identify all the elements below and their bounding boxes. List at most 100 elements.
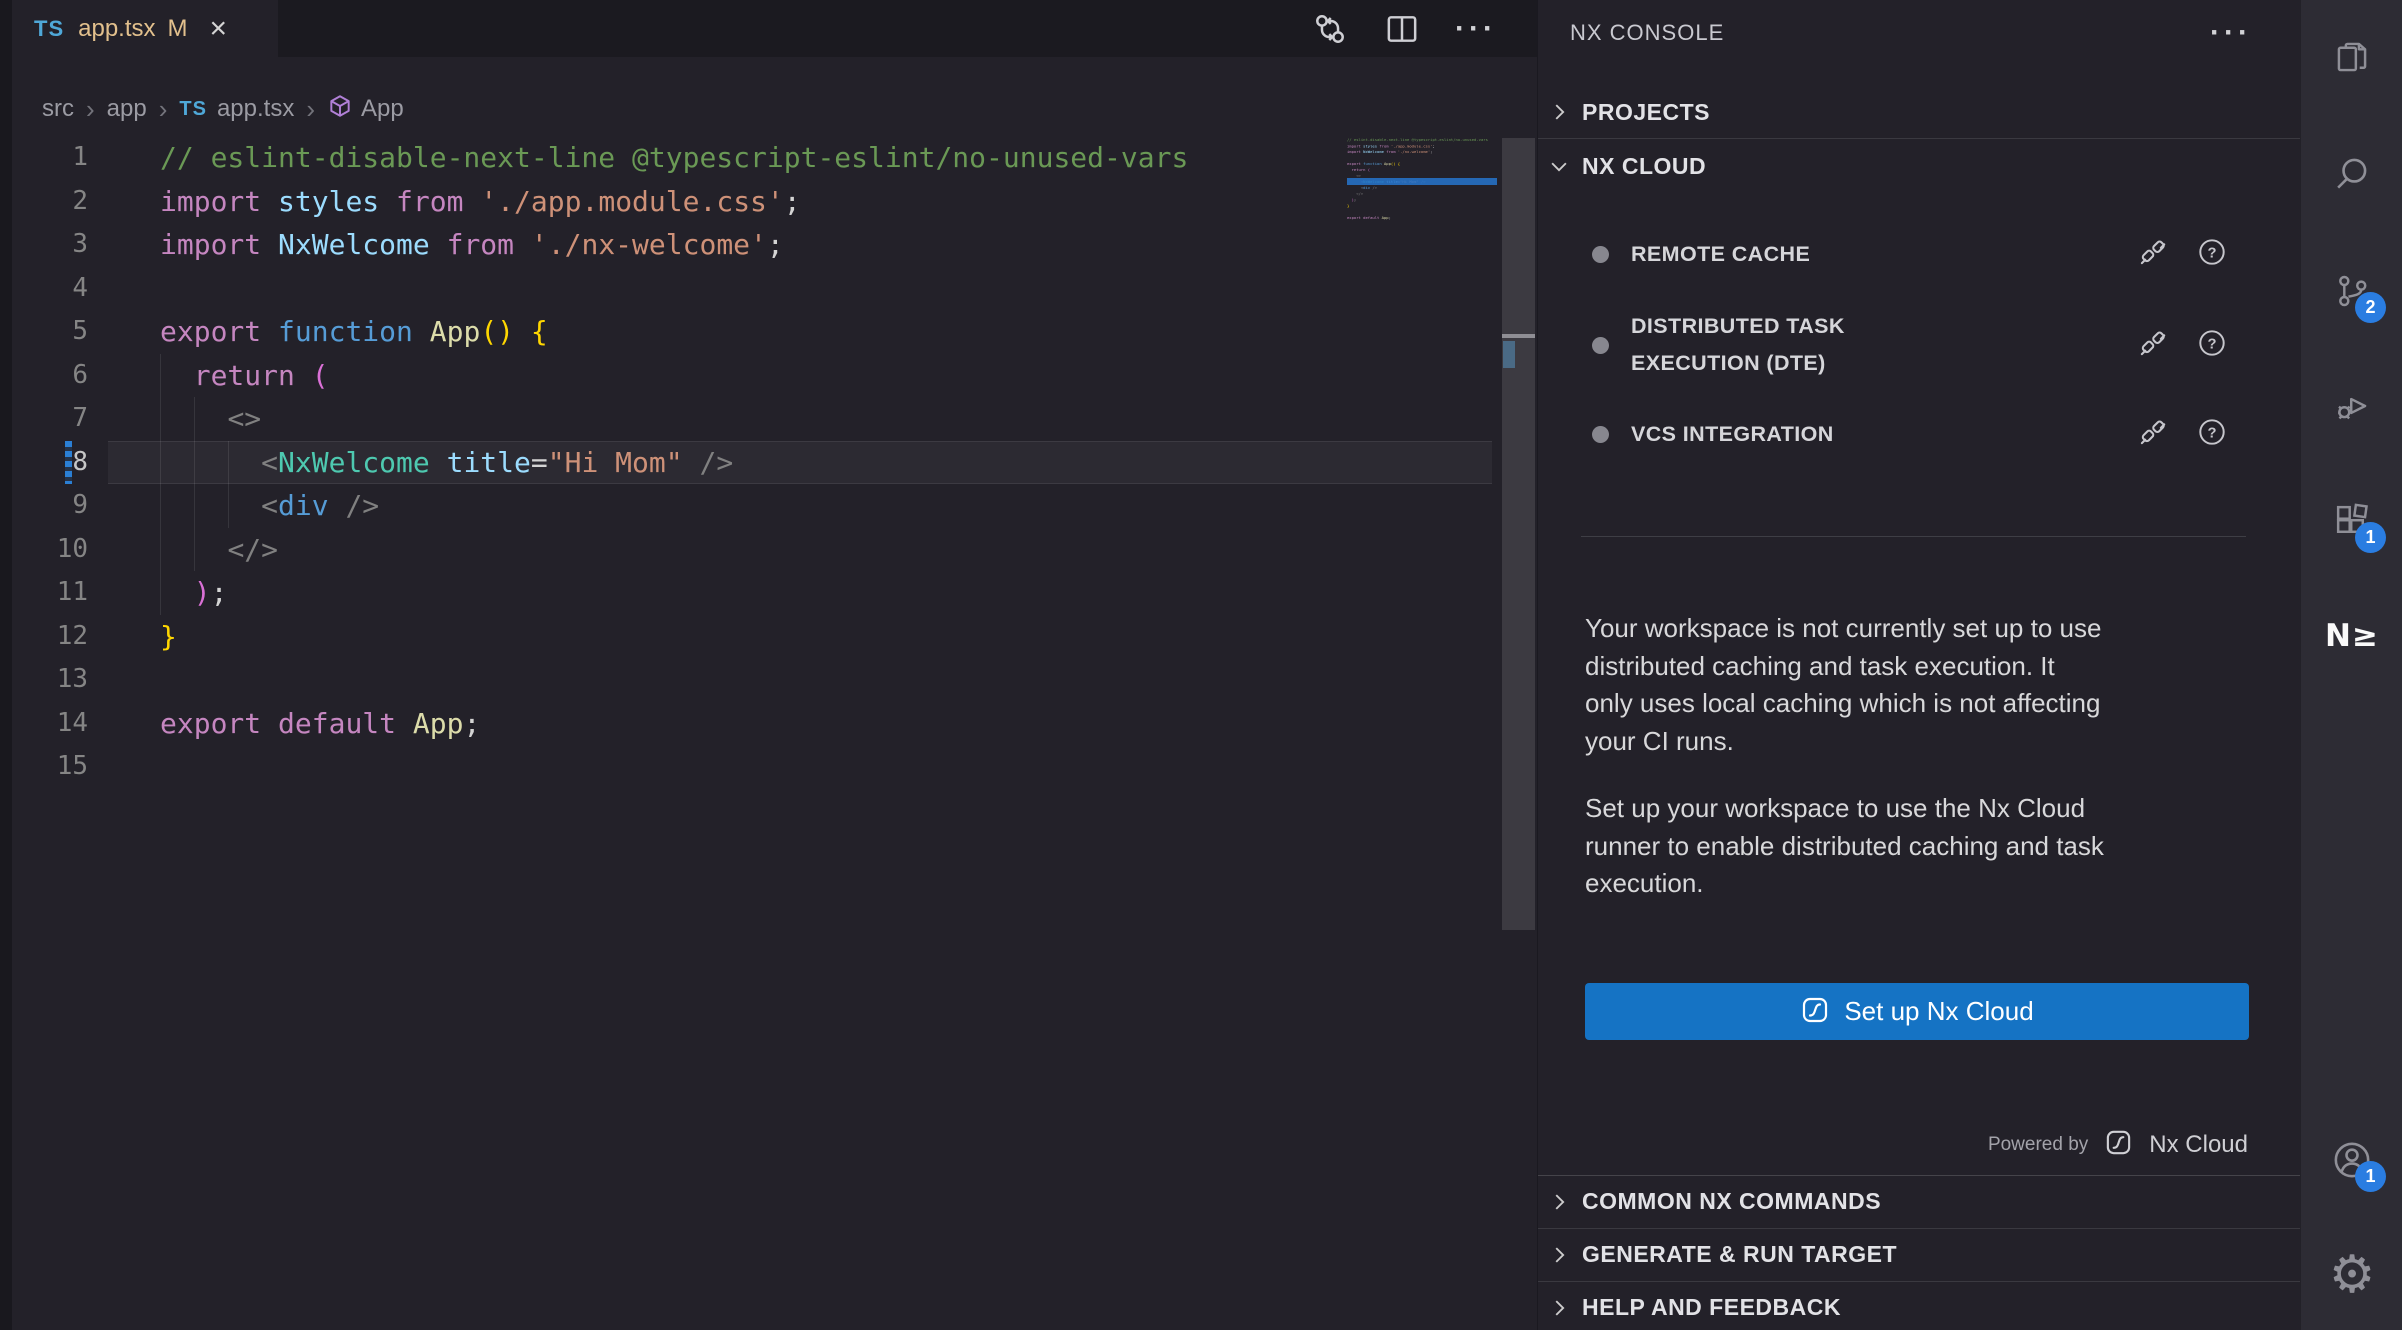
code-line[interactable]: );	[160, 571, 227, 615]
overview-ruler-modified-marker	[1503, 341, 1515, 368]
code-line[interactable]: import NxWelcome from './nx-welcome';	[160, 223, 784, 267]
setup-button-label: Set up Nx Cloud	[1844, 996, 2033, 1027]
run-debug-icon[interactable]	[2328, 382, 2376, 430]
line-number: 14	[12, 702, 102, 746]
indent-guide	[228, 441, 229, 528]
tab-app-tsx[interactable]: TS app.tsx M ×	[12, 0, 278, 57]
editor-group: TS app.tsx M ×	[12, 0, 1537, 1330]
activity-bar: 2 1 N≥	[2300, 0, 2402, 1330]
chevron-right-icon	[1548, 1191, 1570, 1213]
line-number: 8	[12, 441, 102, 485]
indent-guide	[160, 354, 161, 615]
typescript-file-icon: TS	[34, 16, 64, 42]
section-help-and-feedback[interactable]: HELP AND FEEDBACK	[1538, 1282, 2300, 1330]
gear-glyph: ⚙	[2329, 1249, 2376, 1301]
minimap[interactable]: // eslint-disable-next-line @typescript-…	[1347, 137, 1497, 233]
section-label: COMMON NX COMMANDS	[1582, 1188, 1881, 1215]
section-divider	[1538, 138, 2300, 139]
connect-icon[interactable]	[2136, 326, 2170, 365]
settings-gear-icon[interactable]: ⚙	[2328, 1251, 2376, 1299]
section-label: PROJECTS	[1582, 99, 1710, 126]
nx-cloud-logo-icon	[2104, 1128, 2133, 1162]
status-dot-icon	[1592, 337, 1609, 354]
panel-title: NX CONSOLE	[1570, 20, 1724, 46]
section-label: HELP AND FEEDBACK	[1582, 1294, 1841, 1321]
connect-icon[interactable]	[2136, 235, 2170, 274]
line-number: 9	[12, 484, 102, 528]
more-actions-icon[interactable]: ···	[1455, 14, 1497, 44]
code-line[interactable]: <>	[160, 397, 261, 441]
nx-cloud-logo-icon	[1800, 995, 1830, 1028]
line-number: 13	[12, 658, 102, 702]
status-dot-icon	[1592, 426, 1609, 443]
line-number: 1	[12, 136, 102, 180]
line-number: 15	[12, 745, 102, 789]
content-divider	[1581, 536, 2246, 537]
feature-dte: DISTRIBUTED TASK EXECUTION (DTE) ?	[1538, 298, 2300, 392]
help-icon[interactable]: ?	[2196, 416, 2228, 453]
powered-by: Powered by Nx Cloud	[1988, 1122, 2248, 1168]
workspace-status-text: Your workspace is not currently set up t…	[1585, 610, 2275, 760]
svg-text:?: ?	[2207, 336, 2216, 352]
line-number: 6	[12, 354, 102, 398]
source-control-icon[interactable]: 2	[2328, 267, 2376, 315]
line-number: 11	[12, 571, 102, 615]
help-icon[interactable]: ?	[2196, 327, 2228, 364]
setup-nx-cloud-button[interactable]: Set up Nx Cloud	[1585, 983, 2249, 1040]
explorer-icon[interactable]	[2328, 33, 2376, 81]
extensions-badge: 1	[2355, 522, 2386, 553]
code-line[interactable]: export function App() {	[160, 310, 548, 354]
breadcrumb-src[interactable]: src	[42, 95, 74, 123]
search-icon[interactable]	[2328, 149, 2376, 197]
breadcrumb-separator: ›	[306, 94, 315, 125]
section-label: GENERATE & RUN TARGET	[1582, 1241, 1897, 1268]
section-nx-cloud[interactable]: NX CLOUD	[1538, 141, 2300, 191]
code-line[interactable]: </>	[160, 528, 278, 572]
section-projects[interactable]: PROJECTS	[1538, 88, 2300, 136]
panel-header: NX CONSOLE ···	[1538, 0, 2300, 66]
line-number: 12	[12, 615, 102, 659]
help-icon[interactable]: ?	[2196, 236, 2228, 273]
editor-tab-bar: TS app.tsx M ×	[12, 0, 1537, 57]
editor-toolbar: ···	[1311, 0, 1497, 57]
typescript-file-icon: TS	[179, 98, 207, 121]
line-number: 3	[12, 223, 102, 267]
svg-text:?: ?	[2207, 245, 2216, 261]
tab-close-icon[interactable]: ×	[210, 14, 228, 44]
split-editor-icon[interactable]	[1383, 10, 1421, 48]
breadcrumb-app[interactable]: app	[107, 95, 147, 123]
code-line[interactable]: return (	[160, 354, 329, 398]
powered-by-brand: Nx Cloud	[2149, 1131, 2248, 1159]
window-left-edge	[0, 0, 12, 1330]
code-line[interactable]: <div />	[160, 484, 379, 528]
line-number: 5	[12, 310, 102, 354]
open-changes-icon[interactable]	[1311, 10, 1349, 48]
nx-console-icon[interactable]: N≥	[2328, 612, 2376, 660]
indent-guide	[194, 397, 195, 571]
setup-hint-text: Set up your workspace to use the Nx Clou…	[1585, 790, 2275, 903]
chevron-right-icon	[1548, 1297, 1570, 1319]
section-common-nx-commands[interactable]: COMMON NX COMMANDS	[1538, 1176, 2300, 1227]
feature-label: VCS INTEGRATION	[1631, 416, 1834, 453]
connect-icon[interactable]	[2136, 415, 2170, 454]
line-number: 4	[12, 267, 102, 311]
line-number: 7	[12, 397, 102, 441]
breadcrumb-symbol[interactable]: App	[361, 95, 404, 123]
nx-console-panel: NX CONSOLE ··· PROJECTS NX CLOUD REMOTE …	[1537, 0, 2300, 1330]
code-line[interactable]: import styles from './app.module.css';	[160, 180, 801, 224]
section-generate-run-target[interactable]: GENERATE & RUN TARGET	[1538, 1229, 2300, 1280]
breadcrumb-file[interactable]: app.tsx	[217, 95, 294, 123]
feature-remote-cache: REMOTE CACHE ?	[1538, 228, 2300, 280]
code-line[interactable]: export default App;	[160, 702, 480, 746]
accounts-icon[interactable]: 1	[2328, 1136, 2376, 1184]
tab-title: app.tsx	[78, 15, 155, 43]
editor-scrollbar[interactable]	[1502, 138, 1535, 930]
chevron-right-icon	[1548, 1244, 1570, 1266]
panel-more-actions-icon[interactable]: ···	[2210, 0, 2252, 66]
extensions-icon[interactable]: 1	[2328, 497, 2376, 545]
source-control-badge: 2	[2355, 292, 2386, 323]
line-number: 2	[12, 180, 102, 224]
code-line[interactable]: <NxWelcome title="Hi Mom" />	[160, 441, 733, 485]
code-line[interactable]: // eslint-disable-next-line @typescript-…	[160, 136, 1188, 180]
code-line[interactable]: }	[160, 615, 177, 659]
